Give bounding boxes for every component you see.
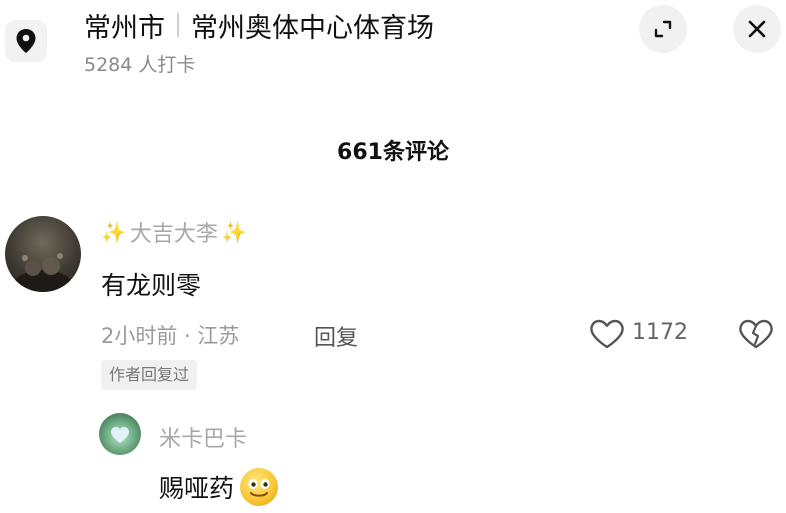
reply-button[interactable]: 回复: [314, 320, 358, 352]
like-count: 1172: [632, 320, 688, 345]
reply-username[interactable]: 米卡巴卡: [159, 421, 247, 453]
location-title[interactable]: 常州市 常州奥体中心体育场: [84, 6, 434, 44]
comment-username[interactable]: ✨ 大吉大李 ✨: [101, 216, 247, 248]
close-button[interactable]: [733, 5, 781, 53]
location-badge[interactable]: [5, 20, 47, 62]
reply-avatar[interactable]: [99, 413, 141, 455]
reply-text-row: 赐哑药: [159, 468, 279, 506]
reply-text: 赐哑药: [159, 474, 235, 503]
comment-meta: 2小时前 · 江苏: [101, 324, 240, 348]
location-pin-icon: [16, 29, 36, 53]
comment-text: 有龙则零: [101, 271, 202, 300]
dislike-button[interactable]: [738, 318, 774, 354]
smiling-face-emoji: [240, 468, 279, 506]
heart-icon: [590, 319, 624, 349]
broken-heart-icon: [739, 319, 773, 349]
close-icon: [748, 20, 766, 38]
title-divider: [177, 13, 179, 37]
like-button[interactable]: [589, 318, 625, 354]
sparkle-icon: ✨: [221, 220, 247, 244]
avatar[interactable]: [5, 216, 81, 292]
reply-avatar-image: [111, 427, 129, 443]
expand-icon: [654, 20, 672, 38]
checkin-count: 5284 人打卡: [84, 54, 196, 76]
city-name: 常州市: [84, 12, 165, 44]
venue-name: 常州奥体中心体育场: [191, 12, 434, 44]
author-replied-tag: 作者回复过: [101, 360, 198, 390]
sparkle-icon: ✨: [101, 220, 126, 244]
avatar-image: [13, 253, 73, 292]
expand-button[interactable]: [639, 5, 687, 53]
comment-username-text: 大吉大李: [129, 222, 218, 247]
comments-count: 661条评论: [337, 140, 449, 165]
